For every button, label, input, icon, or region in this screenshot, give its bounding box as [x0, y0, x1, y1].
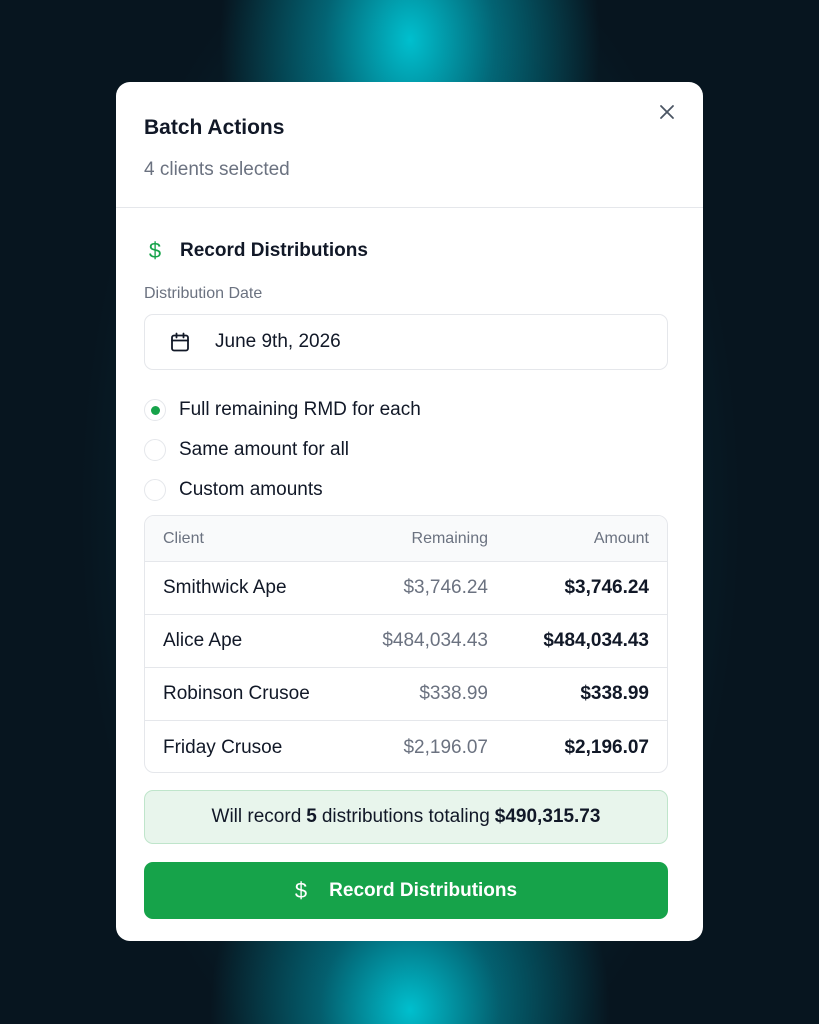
client-name: Alice Ape — [163, 630, 243, 651]
summary-prefix: Will record — [211, 806, 302, 827]
section-title: Record Distributions — [180, 240, 368, 261]
distribution-date-value: June 9th, 2026 — [215, 331, 341, 352]
option-label: Custom amounts — [179, 479, 323, 500]
modal-header: Batch Actions 4 clients selected — [116, 82, 703, 208]
option-label: Full remaining RMD for each — [179, 399, 421, 420]
close-icon — [660, 105, 674, 119]
summary-middle: distributions totaling — [321, 806, 490, 827]
dollar-icon: $ — [294, 877, 308, 903]
amount-value: $3,746.24 — [564, 577, 649, 598]
distribution-date-label: Distribution Date — [144, 285, 263, 302]
remaining-value: $338.99 — [419, 683, 488, 704]
dollar-icon: $ — [148, 238, 162, 263]
header-remaining: Remaining — [411, 529, 488, 547]
option-full-remaining-rmd[interactable]: Full remaining RMD for each — [144, 390, 421, 430]
table-row: Robinson Crusoe $338.99 $338.99 — [145, 668, 667, 721]
radio-dot — [150, 405, 160, 415]
table-row: Alice Ape $484,034.43 $484,034.43 — [145, 615, 667, 668]
distributions-table: Client Remaining Amount Smithwick Ape $3… — [144, 515, 668, 773]
amount-value: $484,034.43 — [543, 630, 649, 651]
option-label: Same amount for all — [179, 439, 350, 460]
radio-button[interactable] — [144, 439, 166, 461]
header-amount: Amount — [593, 529, 649, 547]
summary-count: 5 — [306, 806, 317, 827]
table-row: Smithwick Ape $3,746.24 $3,746.24 — [145, 562, 667, 615]
calendar-icon — [171, 332, 189, 352]
client-name: Friday Crusoe — [163, 736, 283, 758]
option-same-amount[interactable]: Same amount for all — [144, 430, 421, 470]
client-name: Smithwick Ape — [163, 577, 287, 598]
section-header: $ Record Distributions — [144, 238, 368, 264]
distribution-summary: Will record 5 distributions totaling $49… — [144, 790, 668, 844]
summary-total: $490,315.73 — [494, 806, 601, 827]
record-distributions-button[interactable]: $ Record Distributions — [144, 862, 668, 919]
close-button[interactable] — [655, 100, 679, 124]
distribution-mode-radio-group: Full remaining RMD for each Same amount … — [144, 390, 421, 510]
option-custom-amounts[interactable]: Custom amounts — [144, 470, 421, 510]
amount-value: $2,196.07 — [564, 736, 649, 758]
table-header: Client Remaining Amount — [145, 516, 667, 562]
modal-title: Batch Actions — [144, 116, 285, 139]
remaining-value: $3,746.24 — [403, 577, 488, 598]
distribution-date-picker[interactable]: June 9th, 2026 — [144, 314, 668, 370]
radio-button-selected[interactable] — [144, 399, 166, 421]
client-name: Robinson Crusoe — [163, 683, 310, 704]
table-row: Friday Crusoe $2,196.07 $2,196.07 — [145, 721, 667, 772]
amount-value: $338.99 — [580, 683, 649, 704]
batch-actions-modal: Batch Actions 4 clients selected $ Recor… — [116, 82, 703, 941]
modal-subtitle: 4 clients selected — [144, 159, 290, 180]
radio-button[interactable] — [144, 479, 166, 501]
header-client: Client — [163, 529, 204, 547]
record-distributions-label: Record Distributions — [329, 879, 518, 901]
remaining-value: $2,196.07 — [403, 736, 488, 758]
remaining-value: $484,034.43 — [382, 630, 488, 651]
